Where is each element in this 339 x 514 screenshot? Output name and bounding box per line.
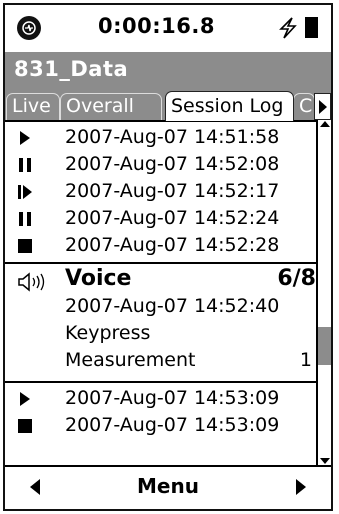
tab-label: C bbox=[299, 95, 313, 117]
brand-logo-icon bbox=[17, 16, 41, 40]
pause-icon bbox=[19, 158, 31, 172]
tab-label: Overall bbox=[66, 95, 134, 117]
scroll-up-arrow-icon[interactable] bbox=[320, 120, 330, 128]
arrow-right-icon bbox=[319, 100, 327, 114]
log-entry[interactable]: 2007-Aug-07 14:53:09 bbox=[5, 414, 316, 437]
menu-button[interactable]: Menu bbox=[5, 474, 331, 498]
tab-overall[interactable]: Overall bbox=[60, 93, 162, 120]
tab-label: Session Log bbox=[171, 95, 284, 117]
tab-label: Live bbox=[12, 95, 51, 117]
stop-icon bbox=[18, 239, 32, 253]
voice-label: Voice bbox=[65, 266, 132, 291]
device-screen: 0:00:16.8 831_Data Live Overall Session … bbox=[3, 3, 333, 511]
tab-bar: Live Overall Session Log C bbox=[5, 89, 331, 121]
resume-icon bbox=[18, 185, 32, 199]
pause-icon bbox=[19, 212, 31, 226]
log-timestamp: 2007-Aug-07 14:51:58 bbox=[65, 126, 280, 148]
play-icon bbox=[20, 131, 30, 145]
title-bar: 831_Data bbox=[5, 52, 331, 89]
tab-live[interactable]: Live bbox=[6, 93, 60, 120]
scroll-down-arrow-icon[interactable] bbox=[320, 457, 330, 465]
voice-number: 1 bbox=[299, 349, 312, 371]
vertical-scrollbar[interactable] bbox=[316, 120, 331, 465]
voice-entry[interactable]: Voice 6/8 2007-Aug-07 14:52:40 Keypress … bbox=[5, 262, 316, 383]
voice-type: Measurement bbox=[65, 349, 196, 371]
voice-source: Keypress bbox=[65, 322, 151, 344]
bottom-menu-bar: Menu bbox=[5, 465, 331, 509]
log-entry[interactable]: 2007-Aug-07 14:53:09 bbox=[5, 387, 316, 410]
stop-icon bbox=[18, 419, 32, 433]
tab-c[interactable]: C bbox=[293, 93, 315, 120]
page-title: 831_Data bbox=[14, 57, 129, 81]
log-entry[interactable]: 2007-Aug-07 14:52:24 bbox=[5, 207, 316, 230]
tab-session-log[interactable]: Session Log bbox=[165, 91, 294, 121]
log-timestamp: 2007-Aug-07 14:52:17 bbox=[65, 180, 280, 202]
log-timestamp: 2007-Aug-07 14:52:24 bbox=[65, 207, 280, 229]
battery-icon bbox=[305, 17, 318, 38]
log-timestamp: 2007-Aug-07 14:52:28 bbox=[65, 234, 280, 256]
log-timestamp: 2007-Aug-07 14:52:08 bbox=[65, 153, 280, 175]
arrow-right-icon[interactable] bbox=[295, 478, 307, 496]
log-entry[interactable]: 2007-Aug-07 14:52:17 bbox=[5, 180, 316, 203]
log-timestamp: 2007-Aug-07 14:53:09 bbox=[65, 387, 280, 409]
power-bolt-icon bbox=[279, 17, 297, 39]
scrollbar-thumb[interactable] bbox=[318, 327, 331, 365]
elapsed-timer: 0:00:16.8 bbox=[98, 14, 215, 38]
log-timestamp: 2007-Aug-07 14:53:09 bbox=[65, 414, 280, 436]
log-entry[interactable]: 2007-Aug-07 14:52:28 bbox=[5, 234, 316, 257]
voice-timestamp: 2007-Aug-07 14:52:40 bbox=[65, 295, 280, 317]
session-log-list[interactable]: 2007-Aug-07 14:51:58 2007-Aug-07 14:52:0… bbox=[5, 120, 316, 465]
log-entry[interactable]: 2007-Aug-07 14:52:08 bbox=[5, 153, 316, 176]
tab-scroll-right-button[interactable] bbox=[314, 93, 331, 120]
speaker-icon bbox=[18, 272, 45, 292]
status-bar: 0:00:16.8 bbox=[5, 5, 331, 52]
voice-count: 6/8 bbox=[277, 266, 316, 291]
log-entry[interactable]: 2007-Aug-07 14:51:58 bbox=[5, 126, 316, 149]
play-icon bbox=[20, 392, 30, 406]
